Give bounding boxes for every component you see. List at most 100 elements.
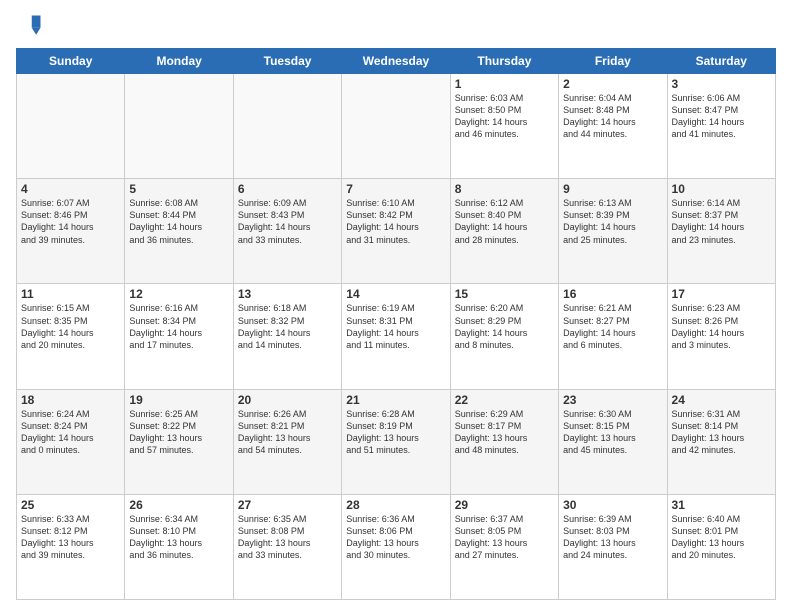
calendar-cell [125,74,233,179]
calendar-cell: 25Sunrise: 6:33 AM Sunset: 8:12 PM Dayli… [17,494,125,599]
calendar-cell: 10Sunrise: 6:14 AM Sunset: 8:37 PM Dayli… [667,179,775,284]
day-number: 26 [129,498,228,512]
header [16,12,776,40]
day-number: 19 [129,393,228,407]
day-number: 30 [563,498,662,512]
day-info: Sunrise: 6:16 AM Sunset: 8:34 PM Dayligh… [129,302,228,351]
calendar-week-3: 11Sunrise: 6:15 AM Sunset: 8:35 PM Dayli… [17,284,776,389]
calendar-cell: 23Sunrise: 6:30 AM Sunset: 8:15 PM Dayli… [559,389,667,494]
calendar-cell: 6Sunrise: 6:09 AM Sunset: 8:43 PM Daylig… [233,179,341,284]
day-header-friday: Friday [559,49,667,74]
calendar-cell: 7Sunrise: 6:10 AM Sunset: 8:42 PM Daylig… [342,179,450,284]
day-number: 4 [21,182,120,196]
day-header-tuesday: Tuesday [233,49,341,74]
day-info: Sunrise: 6:18 AM Sunset: 8:32 PM Dayligh… [238,302,337,351]
day-info: Sunrise: 6:40 AM Sunset: 8:01 PM Dayligh… [672,513,771,562]
day-number: 31 [672,498,771,512]
calendar-cell: 17Sunrise: 6:23 AM Sunset: 8:26 PM Dayli… [667,284,775,389]
calendar-cell: 20Sunrise: 6:26 AM Sunset: 8:21 PM Dayli… [233,389,341,494]
day-number: 2 [563,77,662,91]
calendar-week-1: 1Sunrise: 6:03 AM Sunset: 8:50 PM Daylig… [17,74,776,179]
day-info: Sunrise: 6:33 AM Sunset: 8:12 PM Dayligh… [21,513,120,562]
day-info: Sunrise: 6:03 AM Sunset: 8:50 PM Dayligh… [455,92,554,141]
day-info: Sunrise: 6:29 AM Sunset: 8:17 PM Dayligh… [455,408,554,457]
calendar-week-5: 25Sunrise: 6:33 AM Sunset: 8:12 PM Dayli… [17,494,776,599]
day-number: 8 [455,182,554,196]
day-number: 16 [563,287,662,301]
day-info: Sunrise: 6:15 AM Sunset: 8:35 PM Dayligh… [21,302,120,351]
day-info: Sunrise: 6:39 AM Sunset: 8:03 PM Dayligh… [563,513,662,562]
day-header-sunday: Sunday [17,49,125,74]
calendar-cell: 11Sunrise: 6:15 AM Sunset: 8:35 PM Dayli… [17,284,125,389]
day-number: 23 [563,393,662,407]
day-number: 25 [21,498,120,512]
calendar-cell: 24Sunrise: 6:31 AM Sunset: 8:14 PM Dayli… [667,389,775,494]
day-info: Sunrise: 6:06 AM Sunset: 8:47 PM Dayligh… [672,92,771,141]
calendar-cell: 28Sunrise: 6:36 AM Sunset: 8:06 PM Dayli… [342,494,450,599]
day-number: 3 [672,77,771,91]
calendar-cell: 12Sunrise: 6:16 AM Sunset: 8:34 PM Dayli… [125,284,233,389]
day-info: Sunrise: 6:12 AM Sunset: 8:40 PM Dayligh… [455,197,554,246]
day-info: Sunrise: 6:34 AM Sunset: 8:10 PM Dayligh… [129,513,228,562]
calendar-cell: 2Sunrise: 6:04 AM Sunset: 8:48 PM Daylig… [559,74,667,179]
day-number: 7 [346,182,445,196]
day-info: Sunrise: 6:13 AM Sunset: 8:39 PM Dayligh… [563,197,662,246]
day-header-saturday: Saturday [667,49,775,74]
day-number: 14 [346,287,445,301]
calendar-cell: 26Sunrise: 6:34 AM Sunset: 8:10 PM Dayli… [125,494,233,599]
day-number: 29 [455,498,554,512]
day-info: Sunrise: 6:31 AM Sunset: 8:14 PM Dayligh… [672,408,771,457]
day-info: Sunrise: 6:36 AM Sunset: 8:06 PM Dayligh… [346,513,445,562]
day-number: 24 [672,393,771,407]
calendar-cell: 4Sunrise: 6:07 AM Sunset: 8:46 PM Daylig… [17,179,125,284]
day-number: 10 [672,182,771,196]
calendar-cell: 1Sunrise: 6:03 AM Sunset: 8:50 PM Daylig… [450,74,558,179]
day-info: Sunrise: 6:26 AM Sunset: 8:21 PM Dayligh… [238,408,337,457]
logo [16,12,48,40]
calendar-cell: 30Sunrise: 6:39 AM Sunset: 8:03 PM Dayli… [559,494,667,599]
day-info: Sunrise: 6:09 AM Sunset: 8:43 PM Dayligh… [238,197,337,246]
day-info: Sunrise: 6:23 AM Sunset: 8:26 PM Dayligh… [672,302,771,351]
day-info: Sunrise: 6:28 AM Sunset: 8:19 PM Dayligh… [346,408,445,457]
day-info: Sunrise: 6:25 AM Sunset: 8:22 PM Dayligh… [129,408,228,457]
day-number: 22 [455,393,554,407]
calendar-cell: 16Sunrise: 6:21 AM Sunset: 8:27 PM Dayli… [559,284,667,389]
calendar-week-2: 4Sunrise: 6:07 AM Sunset: 8:46 PM Daylig… [17,179,776,284]
day-number: 5 [129,182,228,196]
day-info: Sunrise: 6:35 AM Sunset: 8:08 PM Dayligh… [238,513,337,562]
calendar-week-4: 18Sunrise: 6:24 AM Sunset: 8:24 PM Dayli… [17,389,776,494]
day-info: Sunrise: 6:07 AM Sunset: 8:46 PM Dayligh… [21,197,120,246]
day-info: Sunrise: 6:19 AM Sunset: 8:31 PM Dayligh… [346,302,445,351]
day-info: Sunrise: 6:20 AM Sunset: 8:29 PM Dayligh… [455,302,554,351]
calendar-cell [17,74,125,179]
day-number: 20 [238,393,337,407]
day-number: 12 [129,287,228,301]
calendar-cell: 21Sunrise: 6:28 AM Sunset: 8:19 PM Dayli… [342,389,450,494]
calendar-table: SundayMondayTuesdayWednesdayThursdayFrid… [16,48,776,600]
day-info: Sunrise: 6:04 AM Sunset: 8:48 PM Dayligh… [563,92,662,141]
day-number: 28 [346,498,445,512]
day-number: 17 [672,287,771,301]
day-header-monday: Monday [125,49,233,74]
calendar-cell: 14Sunrise: 6:19 AM Sunset: 8:31 PM Dayli… [342,284,450,389]
page: SundayMondayTuesdayWednesdayThursdayFrid… [0,0,792,612]
calendar-cell: 3Sunrise: 6:06 AM Sunset: 8:47 PM Daylig… [667,74,775,179]
calendar-cell: 22Sunrise: 6:29 AM Sunset: 8:17 PM Dayli… [450,389,558,494]
day-number: 15 [455,287,554,301]
day-info: Sunrise: 6:21 AM Sunset: 8:27 PM Dayligh… [563,302,662,351]
calendar-header-row: SundayMondayTuesdayWednesdayThursdayFrid… [17,49,776,74]
day-number: 11 [21,287,120,301]
calendar-cell: 13Sunrise: 6:18 AM Sunset: 8:32 PM Dayli… [233,284,341,389]
day-info: Sunrise: 6:37 AM Sunset: 8:05 PM Dayligh… [455,513,554,562]
calendar-cell: 15Sunrise: 6:20 AM Sunset: 8:29 PM Dayli… [450,284,558,389]
calendar-cell: 27Sunrise: 6:35 AM Sunset: 8:08 PM Dayli… [233,494,341,599]
calendar-cell: 29Sunrise: 6:37 AM Sunset: 8:05 PM Dayli… [450,494,558,599]
day-number: 21 [346,393,445,407]
calendar-cell: 8Sunrise: 6:12 AM Sunset: 8:40 PM Daylig… [450,179,558,284]
day-info: Sunrise: 6:10 AM Sunset: 8:42 PM Dayligh… [346,197,445,246]
day-info: Sunrise: 6:14 AM Sunset: 8:37 PM Dayligh… [672,197,771,246]
day-number: 18 [21,393,120,407]
calendar-cell: 18Sunrise: 6:24 AM Sunset: 8:24 PM Dayli… [17,389,125,494]
generalblue-icon [16,12,44,40]
day-info: Sunrise: 6:24 AM Sunset: 8:24 PM Dayligh… [21,408,120,457]
